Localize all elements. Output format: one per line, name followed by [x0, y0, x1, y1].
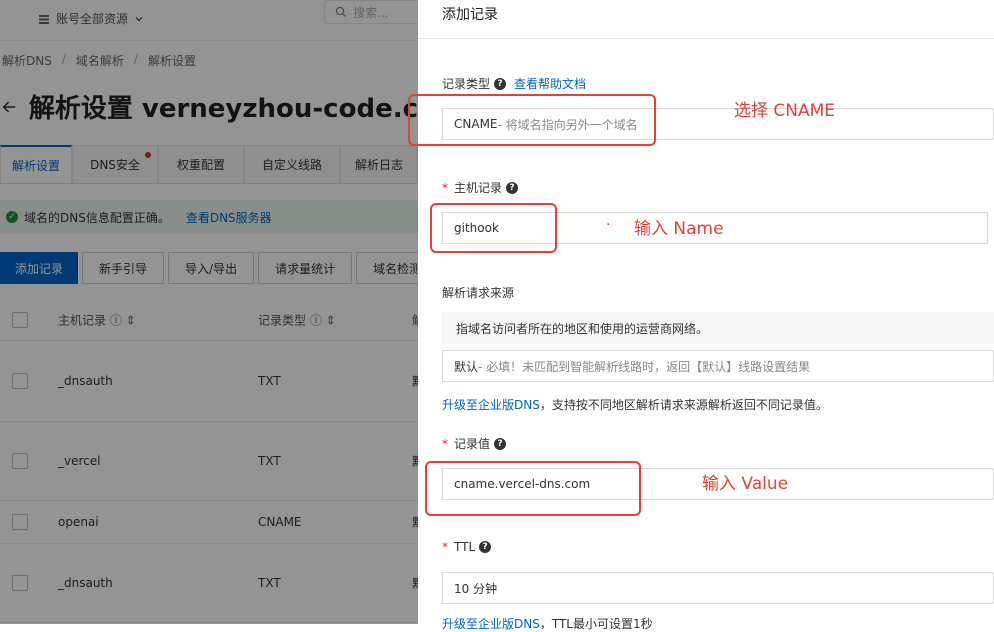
row-checkbox[interactable]	[12, 373, 28, 389]
list-icon	[39, 14, 49, 24]
source-select[interactable]: 默认 - 必填！未匹配到智能解析线路时，返回【默认】线路设置结果	[442, 350, 994, 382]
breadcrumb-separator: /	[133, 52, 138, 66]
host-label-text: 主机记录	[454, 181, 503, 195]
select-all-checkbox[interactable]	[12, 312, 28, 328]
row-host: openai	[58, 515, 99, 529]
record-type-label: 记录类型 ? 查看帮助文档	[442, 75, 586, 92]
help-icon[interactable]: ?	[479, 541, 492, 553]
tab-dns-security[interactable]: DNS安全	[72, 145, 158, 183]
breadcrumb-separator: /	[61, 52, 66, 66]
row-type: CNAME	[258, 515, 302, 529]
host-label: * 主机记录 ?	[442, 179, 519, 196]
row-type: TXT	[258, 454, 281, 468]
table-header: 主机记录 ⓘ ⇕ 记录类型 ⓘ ⇕ 解	[0, 300, 424, 341]
required-mark: *	[442, 180, 448, 195]
required-mark: *	[442, 436, 448, 451]
annotation-dot: .	[606, 213, 611, 229]
row-host: _vercel	[58, 454, 101, 468]
row-host: _dnsauth	[58, 374, 113, 388]
tab-dns-settings[interactable]: 解析设置	[0, 145, 72, 183]
tab-label: 自定义线路	[261, 158, 322, 172]
page-title-text: 解析设置 verneyzhou-code.c	[28, 94, 418, 124]
annotation-select-cname: 选择 CNAME	[734, 101, 836, 121]
resource-selector[interactable]: 账号全部资源	[38, 10, 144, 27]
row-type: TXT	[258, 576, 281, 590]
import-export-button[interactable]: 导入/导出	[168, 252, 255, 284]
column-header-label: 记录类型	[258, 313, 307, 328]
table-row: _vercel TXT 默	[0, 422, 424, 501]
column-header-label: 主机记录	[58, 313, 107, 328]
search-icon	[335, 6, 346, 17]
help-icon[interactable]: ?	[494, 77, 507, 90]
table-row: _dnsauth TXT 默	[0, 341, 424, 422]
help-doc-link[interactable]: 查看帮助文档	[514, 75, 586, 92]
ttl-label-text: TTL	[454, 540, 476, 554]
notification-dot	[145, 152, 151, 158]
table-row: _dnsauth TXT 默	[0, 544, 424, 623]
tab-resolve-log[interactable]: 解析日志	[340, 145, 418, 183]
add-record-button[interactable]: 添加记录	[0, 252, 79, 284]
row-type: TXT	[258, 374, 281, 388]
breadcrumb-item[interactable]: 域名解析	[76, 52, 124, 69]
record-value-label-text: 记录值	[454, 437, 491, 451]
tab-custom-line[interactable]: 自定义线路	[244, 145, 340, 183]
source-upgrade-hint: 升级至企业版DNS，支持按不同地区解析请求来源解析返回不同记录值。	[442, 396, 828, 413]
source-value: 默认	[454, 359, 479, 374]
guide-button[interactable]: 新手引导	[82, 252, 165, 284]
help-icon[interactable]: ?	[506, 181, 519, 194]
drawer-title: 添加记录	[442, 7, 498, 23]
annotation-box-cname	[408, 94, 656, 146]
source-desc: - 必填！未匹配到智能解析线路时，返回【默认】线路设置结果	[478, 359, 811, 374]
source-info-box: 指域名访问者所在的地区和使用的运营商网络。	[442, 312, 994, 344]
source-label-text: 解析请求来源	[442, 286, 515, 300]
column-header-host[interactable]: 主机记录 ⓘ ⇕	[58, 312, 136, 329]
source-label: 解析请求来源	[442, 284, 514, 301]
page-title: 解析设置 verneyzhou-code.c	[2, 88, 418, 125]
tab-label: 解析设置	[11, 158, 60, 173]
back-arrow-icon[interactable]	[2, 98, 17, 116]
resource-selector-label: 账号全部资源	[56, 12, 129, 26]
tab-label: 权重配置	[176, 158, 225, 172]
chevron-down-icon	[135, 16, 143, 21]
annotation-box-value	[425, 461, 641, 516]
row-checkbox[interactable]	[12, 575, 28, 591]
table-row: openai CNAME 默	[0, 501, 424, 544]
upgrade-hint-text: ，支持按不同地区解析请求来源解析返回不同记录值。	[539, 398, 828, 412]
help-icon[interactable]: ?	[494, 437, 507, 450]
record-value-label: * 记录值 ?	[442, 435, 507, 452]
annotation-box-name	[430, 203, 557, 253]
ttl-select[interactable]: 10 分钟	[442, 572, 994, 604]
status-notice: ✓ 域名的DNS信息配置正确。 查看DNS服务器	[0, 200, 418, 234]
view-dns-server-link[interactable]: 查看DNS服务器	[186, 209, 272, 226]
request-stats-button[interactable]: 请求量统计	[258, 252, 353, 284]
upgrade-hint-text: ，TTL最小可设置1秒	[539, 617, 653, 631]
ttl-label: * TTL ?	[442, 540, 492, 554]
notice-text: 域名的DNS信息配置正确。	[24, 210, 170, 225]
breadcrumb-item[interactable]: 解析DNS	[2, 52, 52, 69]
record-type-label-text: 记录类型	[442, 77, 491, 91]
breadcrumb: 解析DNS / 域名解析 / 解析设置	[2, 52, 196, 69]
upgrade-enterprise-link[interactable]: 升级至企业版DNS	[442, 617, 540, 631]
required-mark: *	[442, 540, 448, 554]
row-checkbox[interactable]	[12, 514, 28, 530]
annotation-enter-name: 输入 Name	[634, 219, 724, 239]
source-info-text: 指域名访问者所在的地区和使用的运营商网络。	[456, 321, 709, 336]
row-host: _dnsauth	[58, 576, 113, 590]
upgrade-enterprise-link[interactable]: 升级至企业版DNS	[442, 398, 540, 412]
drawer-divider	[418, 38, 994, 39]
ttl-value: 10 分钟	[454, 581, 498, 596]
search-placeholder: 搜索...	[353, 5, 389, 20]
tab-bar: 解析设置 DNS安全 权重配置 自定义线路 解析日志	[0, 145, 418, 184]
tab-label: DNS安全	[90, 158, 140, 172]
check-circle-icon: ✓	[6, 211, 18, 223]
tab-weight-config[interactable]: 权重配置	[158, 145, 244, 183]
toolbar: 添加记录 新手引导 导入/导出 请求量统计 域名检测	[0, 252, 439, 284]
tab-label: 解析日志	[354, 158, 403, 172]
breadcrumb-item: 解析设置	[147, 54, 196, 68]
annotation-enter-value: 输入 Value	[702, 474, 789, 494]
column-header-type[interactable]: 记录类型 ⓘ ⇕	[258, 312, 336, 329]
top-bar: 账号全部资源 搜索...	[0, 0, 456, 41]
row-checkbox[interactable]	[12, 453, 28, 469]
